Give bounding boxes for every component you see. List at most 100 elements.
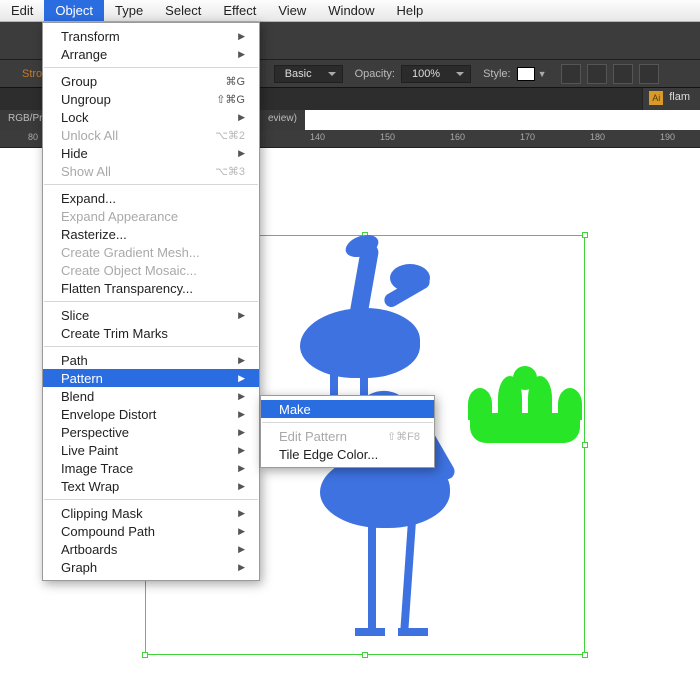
- document-tab-label: flam: [669, 91, 690, 103]
- object-menu-item-envelope-distort[interactable]: Envelope Distort ▶: [43, 405, 259, 423]
- submenu-arrow-icon: ▶: [238, 445, 245, 456]
- selection-handle-sw[interactable]: [142, 652, 148, 658]
- submenu-arrow-icon: ▶: [238, 481, 245, 492]
- submenu-arrow-icon: ▶: [238, 112, 245, 123]
- submenu-arrow-icon: ▶: [238, 562, 245, 573]
- submenu-arrow-icon: ▶: [238, 508, 245, 519]
- object-menu-item-unlock-all: Unlock All⌥⌘2: [43, 126, 259, 144]
- menu-item-label: Envelope Distort: [61, 407, 156, 422]
- menu-item-label: Expand...: [61, 191, 116, 206]
- submenu-arrow-icon: ▶: [238, 409, 245, 420]
- submenu-arrow-icon: ▶: [238, 544, 245, 555]
- object-menu-item-pattern[interactable]: Pattern ▶: [43, 369, 259, 387]
- menu-item-label: Rasterize...: [61, 227, 127, 242]
- menu-item-label: Show All: [61, 164, 111, 179]
- style-swatch[interactable]: [517, 67, 535, 81]
- menu-item-label: Expand Appearance: [61, 209, 178, 224]
- menu-item-label: Unlock All: [61, 128, 118, 143]
- object-menu-item-compound-path[interactable]: Compound Path ▶: [43, 522, 259, 540]
- object-menu-item-slice[interactable]: Slice ▶: [43, 306, 259, 324]
- object-menu-item-create-trim-marks[interactable]: Create Trim Marks: [43, 324, 259, 342]
- chevron-down-icon[interactable]: ▼: [538, 69, 547, 79]
- menu-item-shortcut: ⇧⌘F8: [387, 430, 420, 443]
- align-icon[interactable]: [613, 64, 633, 84]
- object-menu-item-lock[interactable]: Lock▶: [43, 108, 259, 126]
- pattern-submenu: Make Edit Pattern ⇧⌘F8 Tile Edge Color...: [260, 395, 435, 468]
- menu-item-shortcut: ⌥⌘3: [215, 165, 245, 178]
- selection-handle-se[interactable]: [582, 652, 588, 658]
- object-menu-item-hide[interactable]: Hide▶: [43, 144, 259, 162]
- menu-item-label: Create Object Mosaic...: [61, 263, 197, 278]
- submenu-arrow-icon: ▶: [238, 310, 245, 321]
- selection-handle-s[interactable]: [362, 652, 368, 658]
- object-menu-item-create-object-mosaic: Create Object Mosaic...: [43, 261, 259, 279]
- menu-window[interactable]: Window: [317, 0, 385, 21]
- submenu-arrow-icon: ▶: [238, 391, 245, 402]
- brush-preset-dropdown[interactable]: Basic: [274, 65, 343, 83]
- menu-effect[interactable]: Effect: [212, 0, 267, 21]
- menu-item-label: Text Wrap: [61, 479, 119, 494]
- menu-item-label: Perspective: [61, 425, 129, 440]
- menu-item-label: Path: [61, 353, 88, 368]
- object-menu-item-text-wrap[interactable]: Text Wrap ▶: [43, 477, 259, 495]
- menu-item-label: Clipping Mask: [61, 506, 143, 521]
- submenu-arrow-icon: ▶: [238, 31, 245, 42]
- object-menu-item-create-gradient-mesh: Create Gradient Mesh...: [43, 243, 259, 261]
- menu-item-label: Arrange: [61, 47, 107, 62]
- app-menubar: Edit Object Type Select Effect View Wind…: [0, 0, 700, 22]
- object-menu-item-group[interactable]: Group⌘G: [43, 72, 259, 90]
- opacity-label: Opacity:: [355, 68, 395, 80]
- menu-object[interactable]: Object: [44, 0, 104, 21]
- recolor-icon[interactable]: [587, 64, 607, 84]
- style-label: Style:: [483, 68, 511, 80]
- submenu-arrow-icon: ▶: [238, 463, 245, 474]
- object-menu-item-rasterize[interactable]: Rasterize...: [43, 225, 259, 243]
- object-menu-item-artboards[interactable]: Artboards ▶: [43, 540, 259, 558]
- menu-edit[interactable]: Edit: [0, 0, 44, 21]
- object-menu-item-live-paint[interactable]: Live Paint ▶: [43, 441, 259, 459]
- object-menu-item-clipping-mask[interactable]: Clipping Mask ▶: [43, 504, 259, 522]
- menu-item-label: Slice: [61, 308, 89, 323]
- submenu-arrow-icon: ▶: [238, 355, 245, 366]
- submenu-arrow-icon: ▶: [238, 148, 245, 159]
- opacity-field[interactable]: 100%: [401, 65, 471, 83]
- submenu-arrow-icon: ▶: [238, 373, 245, 384]
- ai-file-icon: Ai: [649, 91, 663, 105]
- menu-item-label: Compound Path: [61, 524, 155, 539]
- object-menu-item-expand-appearance: Expand Appearance: [43, 207, 259, 225]
- submenu-arrow-icon: ▶: [238, 526, 245, 537]
- menu-item-label: Edit Pattern: [279, 429, 347, 444]
- object-menu-item-path[interactable]: Path ▶: [43, 351, 259, 369]
- menu-type[interactable]: Type: [104, 0, 154, 21]
- object-menu-item-blend[interactable]: Blend▶: [43, 387, 259, 405]
- object-menu-item-image-trace[interactable]: Image Trace▶: [43, 459, 259, 477]
- menu-item-label: Pattern: [61, 371, 103, 386]
- menu-item-label: Tile Edge Color...: [279, 447, 378, 462]
- document-setup-icon[interactable]: [561, 64, 581, 84]
- view-mode-right: eview): [260, 110, 305, 130]
- object-menu-item-transform[interactable]: Transform▶: [43, 27, 259, 45]
- object-menu-item-expand[interactable]: Expand...: [43, 189, 259, 207]
- pattern-submenu-item-tile-edge-color[interactable]: Tile Edge Color...: [261, 445, 434, 463]
- object-menu: Transform▶Arrange▶Group⌘GUngroup⇧⌘GLock▶…: [42, 22, 260, 581]
- menu-item-label: Group: [61, 74, 97, 89]
- selection-handle-ne[interactable]: [582, 232, 588, 238]
- menu-select[interactable]: Select: [154, 0, 212, 21]
- transform-icon[interactable]: [639, 64, 659, 84]
- pattern-submenu-item-make[interactable]: Make: [261, 400, 434, 418]
- menu-help[interactable]: Help: [386, 0, 435, 21]
- menu-item-label: Flatten Transparency...: [61, 281, 193, 296]
- object-menu-item-arrange[interactable]: Arrange▶: [43, 45, 259, 63]
- menu-item-label: Artboards: [61, 542, 117, 557]
- object-menu-item-ungroup[interactable]: Ungroup⇧⌘G: [43, 90, 259, 108]
- menu-item-label: Make: [279, 402, 311, 417]
- object-menu-item-graph[interactable]: Graph ▶: [43, 558, 259, 576]
- submenu-arrow-icon: ▶: [238, 427, 245, 438]
- object-menu-item-flatten-transparency[interactable]: Flatten Transparency...: [43, 279, 259, 297]
- selection-handle-e[interactable]: [582, 442, 588, 448]
- document-tab[interactable]: Ai flam: [642, 88, 700, 110]
- menu-item-label: Graph: [61, 560, 97, 575]
- menu-item-label: Live Paint: [61, 443, 118, 458]
- menu-view[interactable]: View: [267, 0, 317, 21]
- object-menu-item-perspective[interactable]: Perspective ▶: [43, 423, 259, 441]
